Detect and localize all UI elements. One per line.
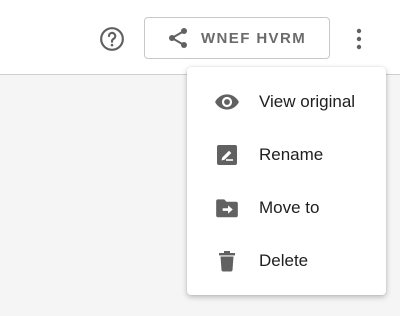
menu-item-label: Rename bbox=[259, 144, 324, 164]
top-toolbar: WNEF HVRM bbox=[0, 0, 400, 75]
menu-item-delete[interactable]: Delete bbox=[187, 234, 386, 287]
menu-item-rename[interactable]: Rename bbox=[187, 128, 386, 181]
help-circle-icon bbox=[100, 27, 124, 51]
menu-item-view-original[interactable]: View original bbox=[187, 75, 386, 128]
share-button[interactable]: WNEF HVRM bbox=[144, 17, 330, 59]
more-vertical-icon bbox=[356, 28, 362, 50]
menu-item-label: View original bbox=[259, 91, 356, 111]
eye-icon bbox=[214, 89, 240, 115]
share-button-label: WNEF HVRM bbox=[201, 29, 307, 47]
help-button[interactable] bbox=[98, 25, 126, 53]
trash-icon bbox=[214, 248, 240, 274]
share-icon bbox=[166, 26, 190, 50]
menu-item-label: Move to bbox=[259, 197, 320, 217]
context-menu: View original Rename Move to Delete bbox=[187, 67, 386, 295]
menu-item-label: Delete bbox=[259, 250, 309, 270]
move-folder-icon bbox=[214, 195, 240, 221]
menu-item-move-to[interactable]: Move to bbox=[187, 181, 386, 234]
rename-icon bbox=[214, 142, 240, 168]
more-options-button[interactable] bbox=[348, 24, 370, 54]
